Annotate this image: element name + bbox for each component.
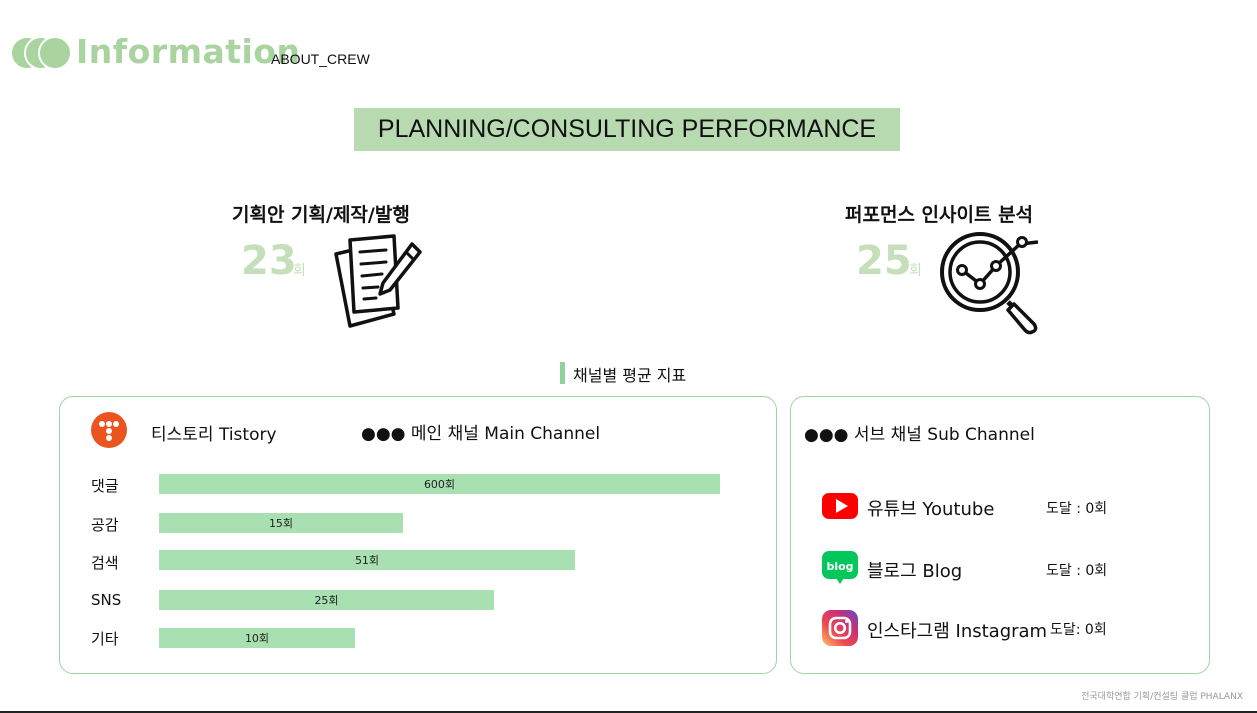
stat-value-planning: 23	[241, 238, 297, 284]
metric-label-sns: SNS	[91, 591, 122, 609]
bar-value-comments: 600회	[423, 478, 456, 491]
sub-reach-instagram: 도달: 0회	[1050, 622, 1107, 638]
instagram-icon	[822, 610, 858, 646]
page-subtitle: ABOUT_CREW	[271, 51, 370, 67]
document-pencil-icon	[334, 234, 422, 328]
bar-value-etc: 10회	[244, 632, 270, 645]
main-channel-label: ●●● 메인 채널 Main Channel	[361, 424, 601, 444]
sub-channel-label: ●●● 서브 채널 Sub Channel	[804, 425, 1035, 445]
logo-circles-icon	[10, 36, 72, 70]
sub-channel-instagram: 인스타그램 Instagram	[867, 621, 1048, 642]
stat-title-planning: 기획안 기획/제작/발행	[232, 204, 410, 226]
bar-search: 51회	[159, 550, 575, 570]
page-title: Information	[76, 32, 301, 71]
sub-channel-youtube: 유튜브 Youtube	[867, 499, 995, 520]
bar-value-sns: 25회	[314, 594, 339, 607]
sub-reach-blog: 도달 : 0회	[1046, 563, 1108, 579]
bar-comments: 600회	[159, 474, 720, 494]
sub-channel-blog: 블로그 Blog	[867, 561, 963, 582]
section-marker	[560, 362, 565, 384]
metric-label-likes: 공감	[91, 516, 119, 534]
youtube-icon	[822, 493, 858, 519]
sub-reach-youtube: 도달 : 0회	[1046, 501, 1108, 517]
performance-banner: PLANNING/CONSULTING PERFORMANCE	[354, 108, 900, 151]
svg-text:blog: blog	[826, 560, 853, 573]
section-label: 채널별 평균 지표	[573, 366, 687, 385]
metric-label-comments: 댓글	[91, 477, 119, 495]
metric-label-etc: 기타	[91, 630, 119, 648]
bar-sns: 25회	[159, 590, 494, 610]
stat-title-insight: 퍼포먼스 인사이트 분석	[845, 204, 1034, 226]
bar-etc: 10회	[159, 628, 355, 648]
stat-value-insight: 25	[856, 238, 912, 284]
stat-unit-insight: 회	[909, 263, 922, 279]
bar-value-search: 51회	[354, 554, 380, 567]
platform-name: 티스토리 Tistory	[151, 425, 277, 445]
tistory-icon	[91, 412, 127, 448]
blog-icon: blog	[822, 551, 858, 584]
footer-credit: 전국대학연합 기획/컨설팅 클럽 PHALANX	[1081, 692, 1243, 702]
stat-unit-planning: 회	[293, 263, 306, 279]
metric-label-search: 검색	[91, 554, 119, 572]
bar-likes: 15회	[159, 513, 403, 533]
bar-value-likes: 15회	[268, 517, 294, 530]
magnifier-chart-icon	[940, 232, 1039, 335]
